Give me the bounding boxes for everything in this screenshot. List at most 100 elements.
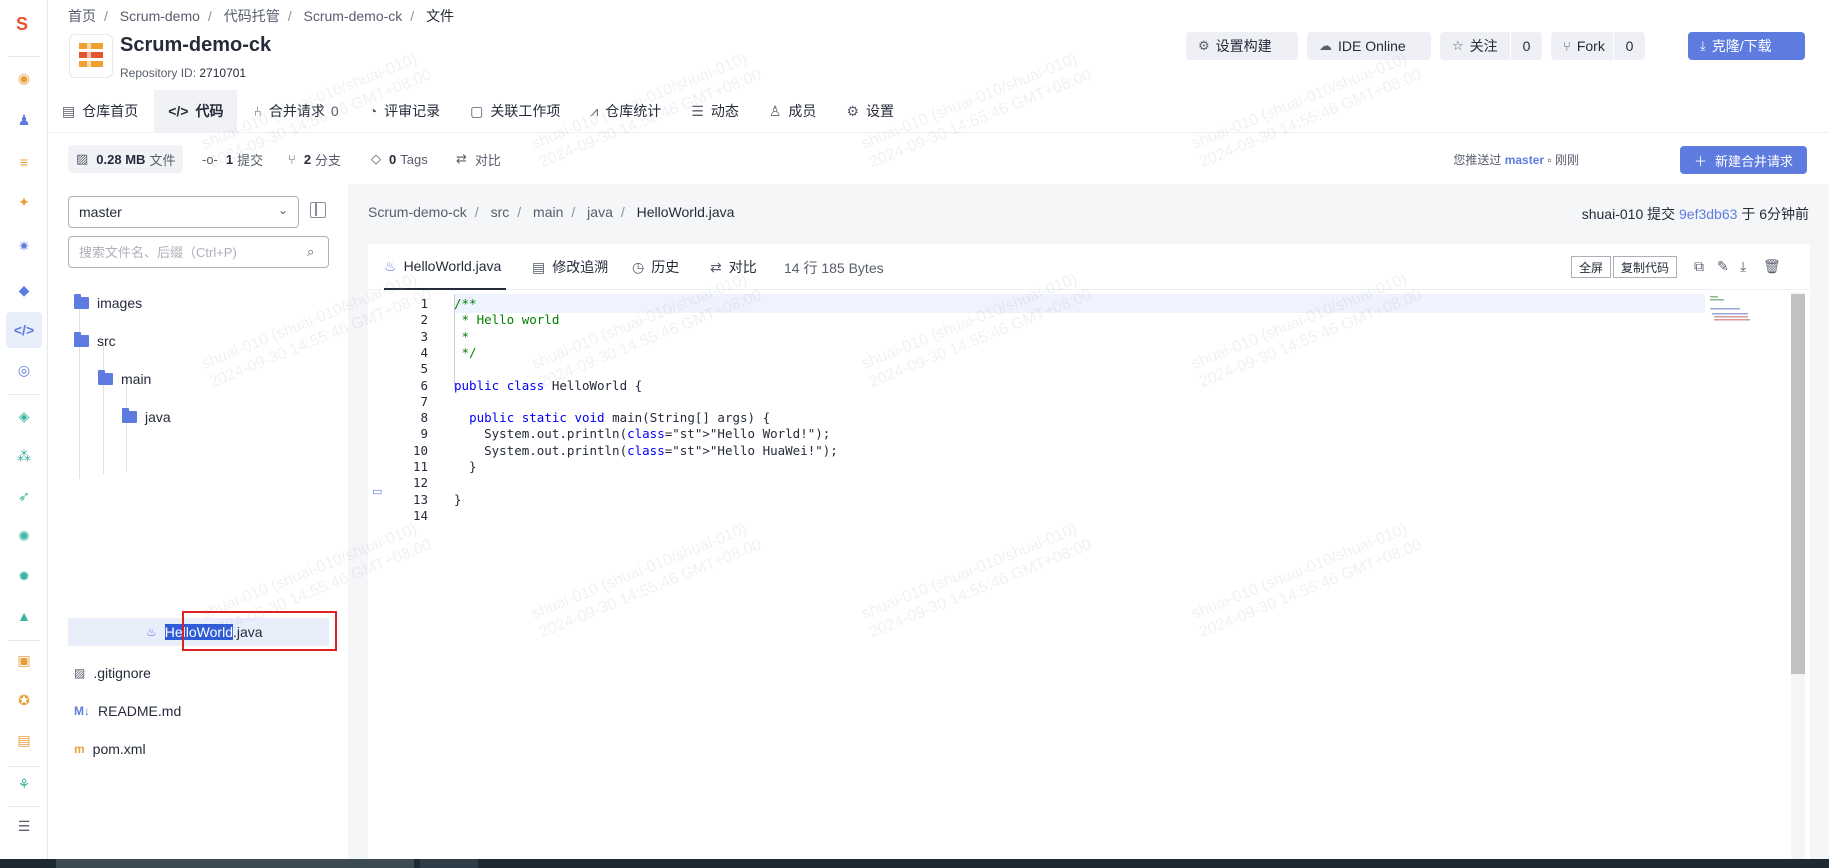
- collapse-tree-icon[interactable]: [310, 202, 326, 218]
- breadcrumb-project[interactable]: Scrum-demo: [120, 8, 200, 24]
- blame-icon: ▤: [532, 258, 546, 275]
- branches-stat[interactable]: ⑂ 2 分支: [288, 145, 341, 173]
- repo-size-stat[interactable]: ▨ 0.28 MB 文件: [68, 145, 184, 173]
- tab-repo-home[interactable]: ▤ 仓库首页: [48, 90, 152, 132]
- build-icon[interactable]: ◈: [12, 404, 36, 428]
- setup-build-button[interactable]: ⚙ 设置构建: [1186, 32, 1298, 60]
- path-main[interactable]: main: [533, 204, 563, 220]
- clone-download-button[interactable]: ⤓ 克隆/下载: [1688, 32, 1805, 60]
- tab-merge-requests[interactable]: ⑃ 合并请求 0: [239, 90, 352, 132]
- deploy-icon[interactable]: ➶: [12, 484, 36, 508]
- folder-open-icon: [98, 370, 113, 385]
- sprint-icon[interactable]: ✦: [12, 190, 36, 214]
- breadcrumb-home[interactable]: 首页: [68, 6, 96, 26]
- code-check-icon[interactable]: ◎: [12, 358, 36, 382]
- tab-review-records[interactable]: ◔ 评审记录: [355, 90, 454, 132]
- tags-stat[interactable]: ◇ 0 Tags: [371, 145, 428, 173]
- tag-icon: ◇: [371, 151, 381, 166]
- tree-folder-src[interactable]: src: [74, 326, 116, 356]
- doc-icon: ▢: [470, 102, 484, 119]
- breadcrumb-repo[interactable]: Scrum-demo-ck: [303, 8, 402, 24]
- user-icon: ♙: [768, 102, 782, 119]
- tree-folder-images[interactable]: images: [74, 288, 142, 318]
- java-file-icon: ♨: [146, 625, 157, 639]
- path-java[interactable]: java: [587, 204, 613, 220]
- artifact-icon[interactable]: ⁂: [12, 444, 36, 468]
- menu-icon[interactable]: ☰: [12, 814, 36, 838]
- work-items-icon[interactable]: ≡: [12, 150, 36, 174]
- people-icon[interactable]: ♟: [12, 108, 36, 132]
- file-viewer-panel: ♨ HelloWorld.java ▤ 修改追溯 ◷ 历史 ⇄ 对比 14 行 185 …: [368, 244, 1810, 868]
- file-path-breadcrumb: Scrum-demo-ck / src / main / java / HelloWor…: [368, 204, 735, 220]
- file-viewer-tabs: ♨ HelloWorld.java ▤ 修改追溯 ◷ 历史 ⇄ 对比 14 行 185 …: [368, 244, 1810, 290]
- file-size-icon: ▨: [76, 151, 89, 166]
- tree-folder-java[interactable]: java: [122, 402, 171, 432]
- tree-file-gitignore[interactable]: ▨ .gitignore: [74, 658, 151, 688]
- folder-open-icon: [122, 408, 137, 423]
- watch-button[interactable]: ☆ 关注 0: [1440, 32, 1542, 60]
- path-src[interactable]: src: [491, 204, 510, 220]
- devcloud-logo-icon[interactable]: S: [10, 12, 34, 36]
- embed-icon[interactable]: ⧉: [1694, 258, 1704, 275]
- wiki-icon[interactable]: ◆: [12, 278, 36, 302]
- edit-icon[interactable]: ✎: [1717, 258, 1729, 275]
- package-icon[interactable]: ▣: [12, 648, 36, 672]
- breadcrumb: 首页 / Scrum-demo / 代码托管 / Scrum-demo-ck / 文件: [68, 6, 455, 26]
- file-meta: 14 行 185 Bytes: [784, 260, 884, 276]
- repo-stats-bar: ▨ 0.28 MB 文件 -o- 1 提交 ⑂ 2 分支 ◇ 0 Tags ⇄ 对比 您推送过 m…: [48, 132, 1829, 184]
- repo-tabs: ▤ 仓库首页 </> 代码 ⑃ 合并请求 0 ◔ 评审记录 ▢ 关联工作项 ⩘ 仓库统计 ☰ 动…: [48, 90, 910, 132]
- fullscreen-button[interactable]: 全屏: [1571, 256, 1612, 278]
- tab-history[interactable]: ◷ 历史: [632, 244, 679, 290]
- code-viewer[interactable]: ▭ 1/** 2 * Hello world 3 * 4 */5 6 public cla…: [368, 292, 1810, 868]
- tab-linked-work-items[interactable]: ▢ 关联工作项: [456, 90, 574, 132]
- tree-file-readme[interactable]: M↓ README.md: [74, 696, 181, 726]
- history-icon: ◷: [632, 258, 645, 275]
- branch-icon: ⑂: [288, 151, 296, 167]
- branch-selector[interactable]: master ⌄: [68, 196, 299, 228]
- compare-icon: ⇄: [710, 258, 722, 275]
- maven-icon: m: [74, 742, 85, 756]
- merge-icon: ⑃: [253, 103, 262, 119]
- tab-blame[interactable]: ▤ 修改追溯: [532, 244, 608, 290]
- breadcrumb-service[interactable]: 代码托管: [224, 6, 280, 26]
- file-search-input[interactable]: [68, 236, 329, 268]
- delete-icon[interactable]: 🗑: [1763, 258, 1781, 275]
- tab-code[interactable]: </> 代码: [154, 90, 238, 132]
- tree-folder-main[interactable]: main: [98, 364, 151, 394]
- path-repo[interactable]: Scrum-demo-ck: [368, 204, 467, 220]
- code-hosting-icon[interactable]: </>: [6, 312, 42, 348]
- commit-hash-link[interactable]: 9ef3db63: [1679, 206, 1737, 222]
- copy-code-button[interactable]: 复制代码: [1613, 256, 1678, 278]
- search-icon: ⌕: [307, 244, 315, 259]
- tab-members[interactable]: ♙ 成员: [755, 90, 831, 132]
- code-minimap: [1710, 296, 1750, 321]
- new-merge-request-button[interactable]: ＋新建合并请求: [1679, 146, 1807, 174]
- tab-activity[interactable]: ☰ 动态: [677, 90, 753, 132]
- tab-compare[interactable]: ⇄ 对比: [710, 244, 757, 290]
- ide-online-button[interactable]: ☁ IDE Online: [1307, 32, 1431, 60]
- bug-icon[interactable]: ✪: [12, 688, 36, 712]
- pipeline-icon[interactable]: ✹: [12, 564, 36, 588]
- pushed-branch-link[interactable]: master: [1505, 153, 1544, 167]
- settings-app-icon[interactable]: ⚘: [12, 772, 36, 796]
- tab-file-view[interactable]: ♨ HelloWorld.java: [384, 244, 506, 290]
- test-icon[interactable]: ✺: [12, 524, 36, 548]
- cloud-icon[interactable]: ▤: [12, 728, 36, 752]
- tab-repo-stats[interactable]: ⩘ 仓库统计: [576, 90, 675, 132]
- markdown-icon: M↓: [74, 704, 90, 718]
- chart-icon: ⩘: [590, 102, 599, 119]
- commit-icon: -o-: [202, 151, 218, 167]
- model-icon[interactable]: ✷: [12, 234, 36, 258]
- code-scrollbar[interactable]: [1791, 294, 1805, 674]
- tree-file-pom[interactable]: m pom.xml: [74, 734, 146, 764]
- compare-link[interactable]: ⇄ 对比: [456, 145, 501, 173]
- download-icon[interactable]: ⤓: [1740, 258, 1746, 275]
- file-icon: ▨: [74, 666, 86, 680]
- tab-settings[interactable]: ⚙ 设置: [832, 90, 908, 132]
- fork-button[interactable]: ⑂ Fork 0: [1551, 32, 1645, 60]
- commits-stat[interactable]: -o- 1 提交: [202, 145, 263, 173]
- project-icon[interactable]: ◉: [12, 66, 36, 90]
- release-icon[interactable]: ▲: [12, 604, 36, 628]
- line-number[interactable]: 14: [388, 506, 428, 525]
- side-rail: S ◉ ♟ ≡ ✦ ✷ ◆ </> ◎ ◈ ⁂ ➶ ✺ ✹ ▲ ▣ ✪ ▤ ⚘ …: [0, 0, 48, 868]
